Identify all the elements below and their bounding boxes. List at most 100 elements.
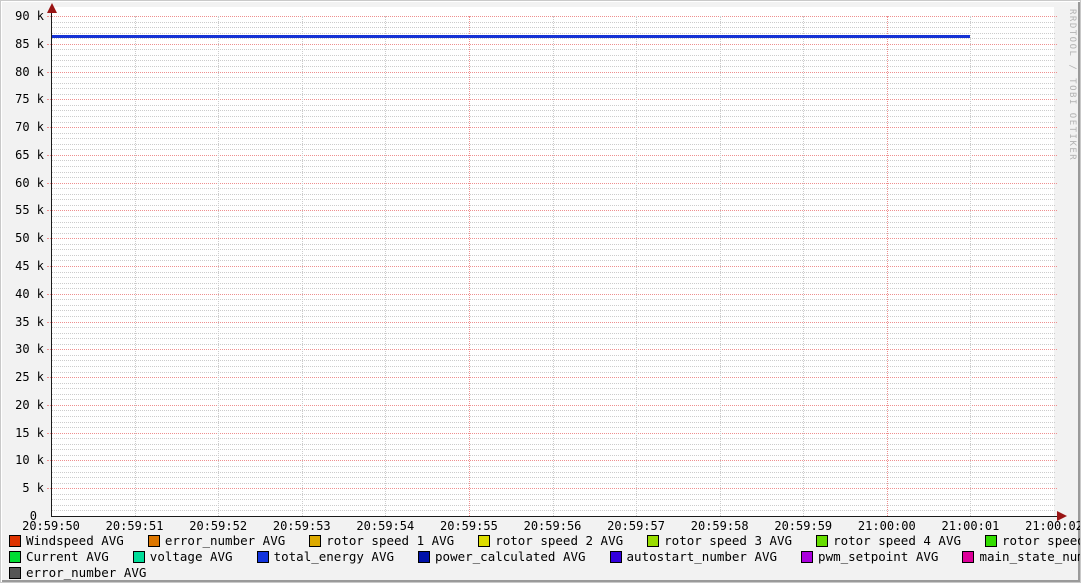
grid-minor-hline [52,199,1055,200]
grid-minor-vline [970,16,971,516]
legend-label: rotor speed 4 AVG [833,533,961,548]
grid-minor-hline [52,33,1055,34]
grid-minor-vline [636,16,637,516]
grid-minor-hline [52,388,1055,389]
grid-minor-hline [52,394,1055,395]
legend-label: error_number AVG [165,533,285,548]
y-axis-label: 45 k [4,259,44,273]
grid-minor-hline [52,60,1055,61]
grid-minor-hline [52,360,1055,361]
x-axis-line [51,516,1059,517]
rrdtool-watermark: RRDTOOL / TOBI OETIKER [1067,9,1077,161]
x-axis-label: 21:00:00 [851,520,923,533]
grid-minor-hline [52,472,1055,473]
legend-swatch [418,551,430,563]
x-axis-label: 20:59:59 [767,520,839,533]
legend-label: power_calculated AVG [435,549,586,564]
grid-major-vline [887,16,888,516]
grid-minor-hline [52,27,1055,28]
y-axis-label: 50 k [4,231,44,245]
y-axis-label: 35 k [4,315,44,329]
legend-label: Windspeed AVG [26,533,124,548]
grid-minor-hline [52,116,1055,117]
legend-item: rotor speed 1 AVG [309,533,454,548]
grid-minor-hline [52,133,1055,134]
legend-swatch [801,551,813,563]
grid-minor-hline [52,372,1055,373]
grid-minor-hline [52,272,1055,273]
grid-minor-hline [52,288,1055,289]
legend-item: rotor speed 4 AVG [816,533,961,548]
y-axis-label: 60 k [4,176,44,190]
grid-minor-vline [385,16,386,516]
legend-swatch [309,535,321,547]
legend-row: Windspeed AVG error_number AVG rotor speed… [9,533,1081,548]
grid-minor-hline [52,222,1055,223]
y-axis-label: 25 k [4,370,44,384]
x-axis-label: 21:00:01 [934,520,1006,533]
legend-swatch [478,535,490,547]
grid-minor-hline [52,55,1055,56]
grid-minor-hline [52,77,1055,78]
legend-swatch [647,535,659,547]
grid-minor-hline [52,466,1055,467]
grid-minor-hline [52,244,1055,245]
y-axis-label: 15 k [4,426,44,440]
grid-minor-vline [553,16,554,516]
y-axis-label: 55 k [4,203,44,217]
y-axis-arrow [47,3,57,13]
legend-item: main_state_number AVG [962,549,1081,564]
series-line-total_energy-avg [51,35,970,38]
y-axis-label: 40 k [4,287,44,301]
legend-item: error_number AVG [9,565,146,580]
legend-label: voltage AVG [150,549,233,564]
grid-minor-hline [52,172,1055,173]
legend-label: rotor speed 2 AVG [495,533,623,548]
grid-minor-hline [52,483,1055,484]
grid-minor-hline [52,38,1055,39]
legend-label: rotor speed 3 AVG [664,533,792,548]
grid-minor-hline [52,310,1055,311]
x-axis-label: 20:59:51 [99,520,171,533]
legend-item: Windspeed AVG [9,533,124,548]
grid-minor-hline [52,505,1055,506]
legend-label: autostart_number AVG [627,549,778,564]
grid-minor-hline [52,510,1055,511]
legend-item: rotor speed 5 AVG [985,533,1081,548]
grid-minor-hline [52,110,1055,111]
grid-minor-hline [52,427,1055,428]
grid-minor-hline [52,66,1055,67]
legend-swatch [610,551,622,563]
grid-minor-hline [52,477,1055,478]
x-axis-label: 20:59:50 [15,520,87,533]
grid-minor-hline [52,22,1055,23]
grid-minor-hline [52,166,1055,167]
y-axis-label: 5 k [4,481,44,495]
grid-minor-hline [52,277,1055,278]
grid-minor-hline [52,449,1055,450]
legend-item: autostart_number AVG [610,549,778,564]
grid-minor-hline [52,94,1055,95]
y-axis-label: 85 k [4,37,44,51]
grid-minor-vline [218,16,219,516]
grid-minor-hline [52,205,1055,206]
grid-major-vline [469,16,470,516]
x-axis-arrow [1057,511,1067,521]
y-axis-line [51,9,52,517]
grid-minor-hline [52,138,1055,139]
grid-minor-hline [52,316,1055,317]
grid-minor-hline [52,416,1055,417]
x-axis-label: 20:59:57 [600,520,672,533]
grid-minor-hline [52,299,1055,300]
grid-minor-hline [52,422,1055,423]
grid-minor-hline [52,233,1055,234]
legend-label: rotor speed 5 AVG [1002,533,1081,548]
legend-swatch [9,551,21,563]
x-axis-label: 21:00:02 [1018,520,1081,533]
legend-label: main_state_number AVG [979,549,1081,564]
grid-minor-hline [52,122,1055,123]
legend-label: pwm_setpoint AVG [818,549,938,564]
legend-swatch [9,535,21,547]
x-axis-label: 20:59:54 [349,520,421,533]
y-axis-label: 30 k [4,342,44,356]
